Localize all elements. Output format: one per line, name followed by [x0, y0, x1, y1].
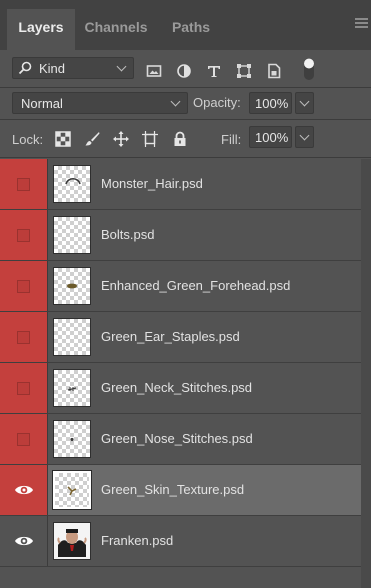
forehead-preview-icon — [67, 283, 77, 289]
franken-preview-image — [56, 525, 88, 557]
visibility-toggle[interactable] — [0, 363, 48, 413]
eye-icon — [15, 485, 33, 495]
layer-name: Franken.psd — [101, 533, 174, 548]
chevron-down-icon — [299, 96, 310, 107]
filter-kind-label: Kind — [39, 61, 66, 76]
nose-stitches-preview-icon — [70, 437, 74, 442]
lock-position-icon[interactable] — [113, 131, 129, 147]
fill-label: Fill: — [221, 132, 242, 147]
layer-thumbnail — [53, 369, 91, 407]
visibility-off-box — [17, 280, 30, 293]
visibility-toggle[interactable] — [0, 414, 48, 464]
layer-thumbnail — [53, 216, 91, 254]
layers-panel: Layers Channels Paths Kind Normal Opacit… — [0, 0, 371, 588]
hair-preview-icon — [65, 177, 81, 185]
tab-layers[interactable]: Layers — [7, 9, 75, 50]
fill-field[interactable]: 100% — [249, 126, 292, 148]
visibility-off-box — [17, 382, 30, 395]
layer-row[interactable]: Enhanced_Green_Forehead.psd — [0, 261, 361, 312]
layer-name: Green_Skin_Texture.psd — [101, 482, 245, 497]
chevron-down-icon — [299, 130, 310, 141]
shape-filter-icon[interactable] — [236, 63, 252, 79]
lock-artboard-icon[interactable] — [142, 131, 158, 147]
blend-mode-select[interactable]: Normal — [12, 92, 188, 114]
layer-name: Monster_Hair.psd — [101, 176, 203, 191]
smart-object-filter-icon[interactable] — [266, 63, 282, 79]
skin-texture-preview-icon — [67, 486, 77, 496]
fill-slider-button[interactable] — [295, 126, 314, 148]
opacity-field[interactable]: 100% — [249, 92, 292, 114]
opacity-value: 100% — [255, 96, 289, 111]
filter-kind-select[interactable]: Kind — [12, 57, 134, 79]
layer-row[interactable]: Green_Ear_Staples.psd — [0, 312, 361, 363]
chevron-down-icon — [170, 96, 181, 107]
layer-row[interactable]: Monster_Hair.psd — [0, 159, 361, 210]
lock-all-icon[interactable] — [172, 131, 188, 147]
type-filter-icon[interactable] — [206, 63, 222, 79]
visibility-toggle[interactable] — [0, 159, 48, 209]
layer-row[interactable]: Green_Neck_Stitches.psd — [0, 363, 361, 414]
layer-thumbnail — [53, 267, 91, 305]
layers-scrollbar[interactable] — [361, 159, 371, 588]
blend-mode-value: Normal — [21, 96, 63, 111]
lock-transparent-pixels-icon[interactable] — [55, 131, 71, 147]
tab-channels[interactable]: Channels — [76, 9, 156, 50]
layer-thumbnail — [53, 318, 91, 356]
layer-row[interactable]: Green_Nose_Stitches.psd — [0, 414, 361, 465]
layer-row[interactable]: Franken.psd — [0, 516, 361, 567]
filter-toggle-icon[interactable] — [303, 57, 315, 81]
lock-image-pixels-icon[interactable] — [84, 131, 100, 147]
neck-stitches-preview-icon — [67, 387, 77, 391]
opacity-label: Opacity: — [193, 95, 241, 110]
search-icon — [18, 61, 32, 75]
tab-paths[interactable]: Paths — [157, 9, 225, 50]
layer-thumbnail — [53, 522, 91, 560]
divider — [0, 157, 371, 158]
visibility-off-box — [17, 229, 30, 242]
visibility-toggle[interactable] — [0, 261, 48, 311]
layer-row-selected[interactable]: Green_Skin_Texture.psd — [0, 465, 361, 516]
chevron-down-icon — [116, 61, 127, 72]
panel-tab-bar: Layers Channels Paths — [0, 0, 371, 50]
visibility-off-box — [17, 331, 30, 344]
layer-name: Bolts.psd — [101, 227, 155, 242]
visibility-toggle[interactable] — [0, 465, 48, 515]
visibility-toggle[interactable] — [0, 210, 48, 260]
adjustment-filter-icon[interactable] — [176, 63, 192, 79]
blend-row: Normal Opacity: 100% — [0, 88, 371, 117]
layer-name: Green_Neck_Stitches.psd — [101, 380, 253, 395]
filter-row: Kind — [0, 50, 371, 87]
layer-name: Green_Ear_Staples.psd — [101, 329, 240, 344]
opacity-slider-button[interactable] — [295, 92, 314, 114]
layer-thumbnail — [53, 165, 91, 203]
eye-icon — [15, 536, 33, 546]
layer-name: Enhanced_Green_Forehead.psd — [101, 278, 291, 293]
lock-label: Lock: — [12, 132, 44, 147]
image-filter-icon[interactable] — [146, 63, 162, 79]
layer-name: Green_Nose_Stitches.psd — [101, 431, 253, 446]
visibility-off-box — [17, 433, 30, 446]
lock-row: Lock: Fill: 100% — [0, 120, 371, 156]
layer-row[interactable]: Bolts.psd — [0, 210, 361, 261]
visibility-toggle[interactable] — [0, 516, 48, 566]
panel-menu-icon[interactable] — [355, 18, 368, 30]
visibility-toggle[interactable] — [0, 312, 48, 362]
visibility-off-box — [17, 178, 30, 191]
layer-thumbnail — [52, 470, 92, 510]
layer-thumbnail — [53, 420, 91, 458]
fill-value: 100% — [255, 130, 289, 145]
